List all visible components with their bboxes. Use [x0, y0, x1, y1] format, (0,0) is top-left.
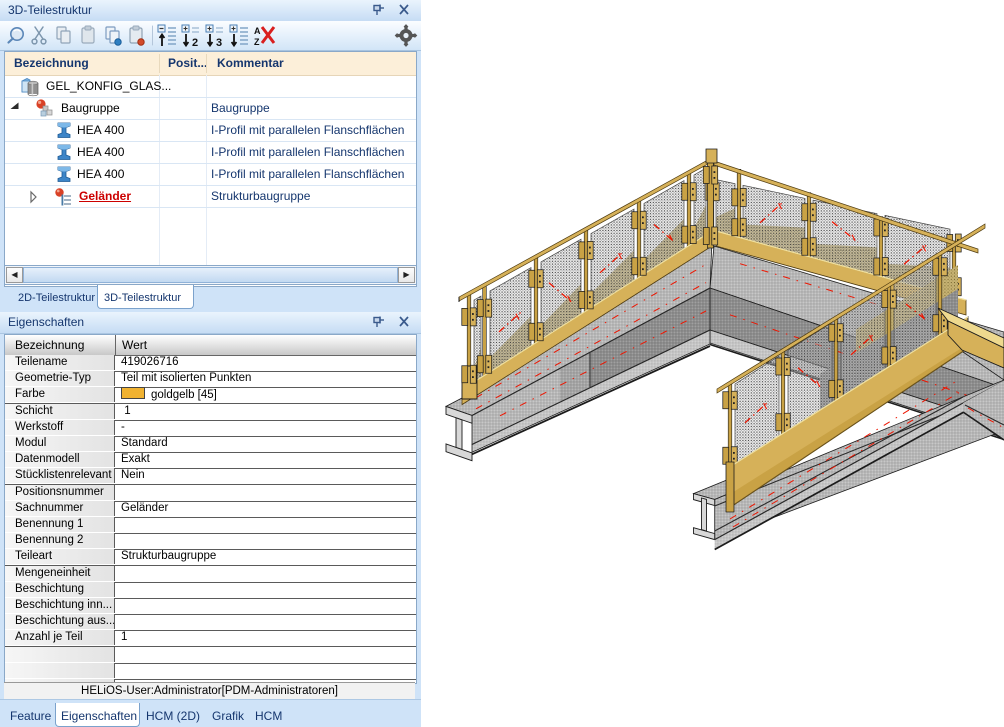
- svg-text:A: A: [254, 26, 261, 36]
- svg-text:Z: Z: [254, 37, 260, 47]
- svg-text:2: 2: [192, 37, 198, 49]
- svg-text:3: 3: [216, 37, 222, 49]
